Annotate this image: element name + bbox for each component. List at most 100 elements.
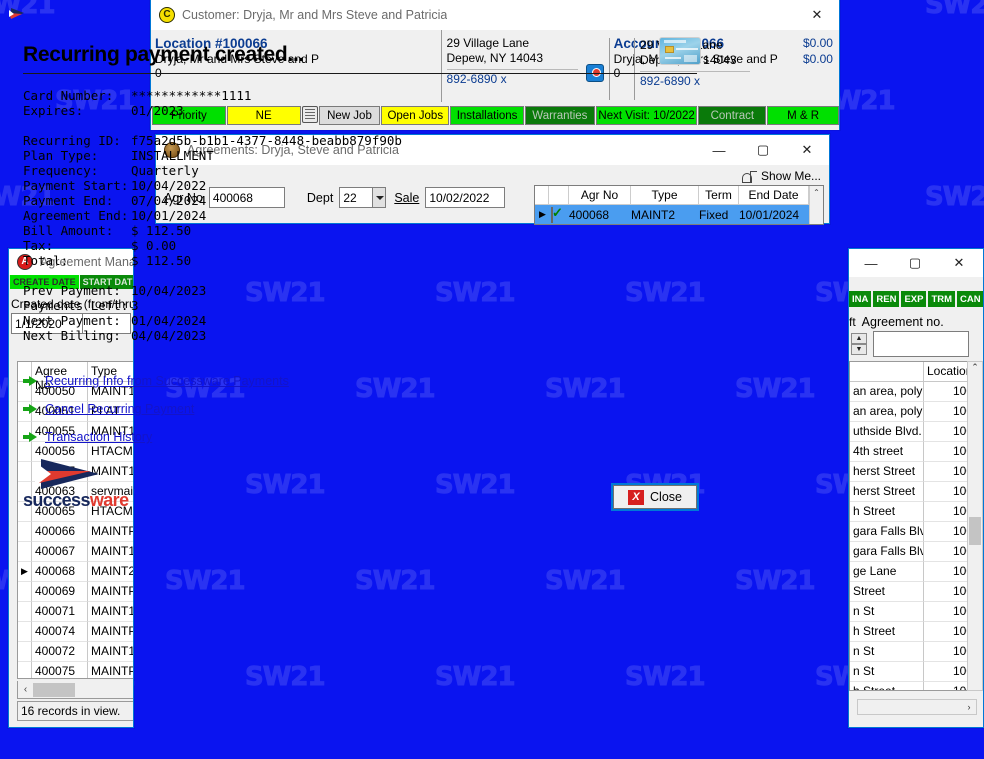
agreement-no-label: Agreement no. xyxy=(861,315,944,329)
secondary-close-button[interactable]: ✕ xyxy=(937,249,981,277)
table-row[interactable]: 400071 MAINT1 xyxy=(18,602,133,622)
cell-agree-no: 400066 xyxy=(32,522,88,542)
detail-key: Agreement End: xyxy=(23,208,129,223)
spinner-up-icon[interactable]: ▲ xyxy=(851,333,867,344)
secondary-maximize-button[interactable]: ▢ xyxy=(893,249,937,277)
tab-ina[interactable]: INA xyxy=(849,291,872,307)
title-divider xyxy=(23,73,697,74)
action-link-row[interactable]: Recurring Info from Successware Payments xyxy=(23,367,697,395)
scroll-right-icon[interactable]: › xyxy=(962,702,976,712)
secondary-window-titlebar[interactable]: — ▢ ✕ xyxy=(849,249,983,277)
cell-description: gara Falls Blv xyxy=(850,542,924,562)
scroll-left-icon[interactable]: ‹ xyxy=(18,684,33,695)
cell-agree-no: 400074 xyxy=(32,622,88,642)
table-row[interactable]: 400066MAINTPE xyxy=(18,522,133,542)
table-row[interactable]: 400074MAINTPE xyxy=(18,622,133,642)
table-row[interactable]: an area, poly 100 xyxy=(850,402,976,422)
close-button[interactable]: X Close xyxy=(611,483,699,511)
detail-line: Recurring ID: f75a2d5b-b1b1-4377-8448-bea… xyxy=(23,133,697,148)
col-end-date[interactable]: End Date xyxy=(739,186,809,205)
field-prefix-label: ft xyxy=(849,315,856,329)
secondary-grid[interactable]: Location an area, poly 100 an area, poly 10… xyxy=(849,361,977,691)
vscroll-thumb[interactable] xyxy=(969,517,981,545)
cell-description: h Street xyxy=(850,502,924,522)
detail-key: Recurring ID: xyxy=(23,133,121,148)
table-row[interactable]: an area, poly 100 xyxy=(850,382,976,402)
secondary-minimize-button[interactable]: — xyxy=(849,249,893,277)
secondary-grid-hscrollbar[interactable]: › xyxy=(857,699,977,715)
detail-line: Card Number: ************1111 xyxy=(23,88,697,103)
table-row[interactable]: gara Falls Blv 100 xyxy=(850,542,976,562)
table-row[interactable]: herst Street 100 xyxy=(850,482,976,502)
table-row[interactable]: 400067 MAINT1 xyxy=(18,542,133,562)
detail-key: Tax: xyxy=(23,238,54,253)
table-row[interactable]: n St 100 xyxy=(850,642,976,662)
customer-circle-icon: C xyxy=(159,7,175,23)
cell-agree-no: 400067 xyxy=(32,542,88,562)
cell-agree-no: 400071 xyxy=(32,602,88,622)
show-me-button[interactable]: Show Me... xyxy=(741,169,821,183)
action-link-row[interactable]: Transaction History xyxy=(23,423,697,451)
agreements-close-button[interactable]: ✕ xyxy=(785,135,829,165)
table-row[interactable]: Street 100 xyxy=(850,582,976,602)
cell-agree-no: 400072 xyxy=(32,642,88,662)
cell-type: MAINT1 xyxy=(88,542,133,562)
scroll-up-icon[interactable]: ⌃ xyxy=(968,362,982,373)
table-row[interactable]: ▶ 400068 MAINT2 xyxy=(18,562,133,582)
cell-description: ge Lane xyxy=(850,562,924,582)
customer-window-close-button[interactable]: ✕ xyxy=(795,0,839,30)
customer-action-m-r[interactable]: M & R xyxy=(767,106,840,125)
desktop-watermark: SW21 xyxy=(545,566,627,597)
table-row[interactable]: 400069MAINTPE xyxy=(18,582,133,602)
table-row[interactable]: 400075MAINTPE xyxy=(18,662,133,678)
cell-type: MAINT1 xyxy=(88,642,133,662)
cell-agree-no: 400068 xyxy=(32,562,88,582)
green-arrow-icon xyxy=(23,431,37,443)
table-row[interactable]: 400072 MAINT1 xyxy=(18,642,133,662)
detail-value: f75a2d5b-b1b1-4377-8448-beabb879f90b xyxy=(131,133,402,148)
tab-ren[interactable]: REN xyxy=(873,291,900,307)
logo-arrow-icon xyxy=(35,459,115,489)
detail-value: 04/04/2023 xyxy=(131,328,207,343)
table-row[interactable]: ge Lane 100 xyxy=(850,562,976,582)
action-link-row[interactable]: Cancel Recurring Payment xyxy=(23,395,697,423)
action-link-label[interactable]: Recurring Info from Successware Payments xyxy=(45,374,289,388)
table-row[interactable]: n St 100 xyxy=(850,602,976,622)
detail-key: Total: xyxy=(23,253,69,268)
table-row[interactable]: h Street 100 xyxy=(850,622,976,642)
table-row[interactable]: n St 100 xyxy=(850,662,976,682)
agreement-no-input[interactable] xyxy=(873,331,969,357)
agreements-grid-scrollbar[interactable]: ⌃ xyxy=(809,186,823,224)
table-row[interactable]: uthside Blvd. 100 xyxy=(850,422,976,442)
hscroll-thumb[interactable] xyxy=(33,682,75,697)
action-link-label[interactable]: Transaction History xyxy=(45,430,152,444)
detail-value: $ 112.50 xyxy=(131,223,192,238)
desktop-watermark: SW21 xyxy=(625,662,707,693)
agreement-no-spinner[interactable]: ▲ ▼ xyxy=(851,333,867,355)
tab-can[interactable]: CAN xyxy=(957,291,983,307)
spinner-down-icon[interactable]: ▼ xyxy=(851,344,867,355)
customer-window-titlebar[interactable]: C Customer: Dryja, Mr and Mrs Steve and … xyxy=(151,0,839,30)
detail-key: Prev Payment: xyxy=(23,283,121,298)
table-row[interactable]: h Street 100 xyxy=(850,502,976,522)
row-marker-icon xyxy=(18,582,32,602)
tab-trm[interactable]: TRM xyxy=(928,291,956,307)
secondary-window-tabs: INA REN EXP TRM CAN xyxy=(849,291,983,307)
customer-window-title: Customer: Dryja, Mr and Mrs Steve and Pa… xyxy=(182,8,448,22)
scroll-up-icon[interactable]: ⌃ xyxy=(810,186,823,197)
detail-key: Card Number: xyxy=(23,88,114,103)
table-row[interactable]: h Street 100 xyxy=(850,682,976,690)
tab-exp[interactable]: EXP xyxy=(901,291,927,307)
secondary-grid-vscrollbar[interactable]: ⌃ xyxy=(967,361,983,691)
recurring-details-block: Recurring ID: f75a2d5b-b1b1-4377-8448-bea… xyxy=(23,133,697,268)
agreements-maximize-button[interactable]: ▢ xyxy=(741,135,785,165)
table-row[interactable]: gara Falls Blv 100 xyxy=(850,522,976,542)
action-link-label[interactable]: Cancel Recurring Payment xyxy=(45,402,194,416)
agreement-manager-hscrollbar[interactable]: ‹ xyxy=(17,681,133,699)
table-row[interactable]: 4th street 100 xyxy=(850,442,976,462)
col-description[interactable] xyxy=(850,362,924,382)
detail-line: Payment End: 07/04/2024 xyxy=(23,193,697,208)
table-row[interactable]: herst Street 100 xyxy=(850,462,976,482)
cell-type: MAINTPE xyxy=(88,662,133,678)
cell-description: herst Street xyxy=(850,482,924,502)
